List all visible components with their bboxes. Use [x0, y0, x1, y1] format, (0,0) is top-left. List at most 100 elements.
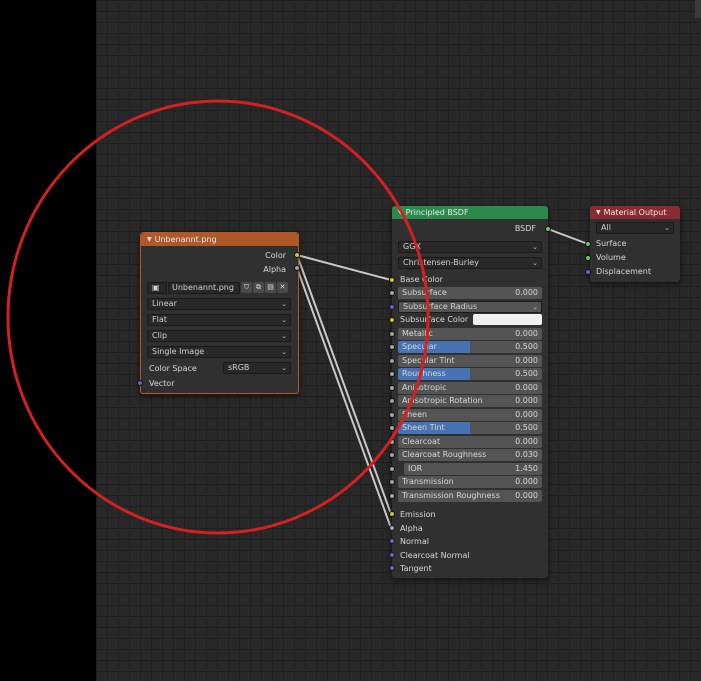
image-texture-node[interactable]: ▼ Unbenannt.png Color Alpha ▣ Unbenannt.p…: [140, 232, 299, 394]
chevron-down-icon: ⌄: [281, 364, 287, 372]
socket-roughness-in[interactable]: [389, 371, 395, 377]
socket-metallic-in[interactable]: [389, 330, 395, 337]
socket-specular-in[interactable]: [389, 344, 395, 350]
normal-label: Normal: [400, 537, 429, 546]
open-folder-icon[interactable]: ▤: [265, 282, 276, 293]
socket-sheen-in[interactable]: [389, 411, 395, 418]
socket-subsurface-radius-in[interactable]: [389, 303, 395, 310]
socket-alpha-out[interactable]: [294, 265, 300, 271]
subsurface-radius-dropdown[interactable]: Subsurface Radius ⌄: [398, 300, 542, 313]
sheen-tint-field[interactable]: Sheen Tint 0.500: [398, 422, 542, 434]
metallic-field[interactable]: Metallic 0.000: [398, 327, 542, 340]
socket-base-color-in[interactable]: [389, 277, 395, 283]
specular-tint-value: 0.000: [515, 355, 538, 365]
clearcoat-roughness-field[interactable]: Clearcoat Roughness 0.030: [398, 449, 542, 461]
chevron-down-icon: ⌄: [664, 224, 670, 232]
anisotropic-rotation-field[interactable]: Anisotropic Rotation 0.000: [398, 395, 542, 407]
socket-anisotropic-rotation-in[interactable]: [389, 398, 395, 404]
anisotropic-field[interactable]: Anisotropic 0.000: [398, 381, 542, 394]
extension-dropdown[interactable]: Clip ⌄: [147, 330, 291, 342]
socket-color-out[interactable]: [294, 252, 300, 258]
specular-value: 0.500: [515, 342, 538, 351]
sheen-label: Sheen: [402, 409, 428, 419]
transmission-roughness-field[interactable]: Transmission Roughness 0.000: [398, 489, 542, 502]
clearcoat-normal-label: Clearcoat Normal: [400, 551, 470, 560]
socket-alpha-in[interactable]: [389, 525, 395, 531]
color-space-label: Color Space: [149, 364, 197, 373]
specular-field[interactable]: Specular 0.500: [398, 341, 542, 353]
subsurface-color-swatch[interactable]: [473, 314, 542, 325]
roughness-label: Roughness: [402, 369, 446, 378]
socket-ior-in[interactable]: [389, 465, 395, 472]
interpolation-dropdown[interactable]: Linear ⌄: [147, 298, 291, 310]
fake-user-shield-icon[interactable]: ⛉: [241, 282, 252, 293]
subsurface-color-label: Subsurface Color: [400, 315, 469, 324]
clearcoat-field[interactable]: Clearcoat 0.000: [398, 435, 542, 448]
material-output-node[interactable]: ▼ Material Output All ⌄ Surface Volume Dis…: [590, 206, 680, 282]
collapse-triangle-icon[interactable]: ▼: [596, 206, 601, 219]
chevron-down-icon: ⌄: [281, 348, 287, 356]
socket-normal-in[interactable]: [389, 538, 395, 544]
socket-vector-in[interactable]: [137, 380, 143, 386]
socket-emission-in[interactable]: [389, 511, 395, 517]
subsurface-value: 0.000: [515, 288, 538, 297]
projection-dropdown[interactable]: Flat ⌄: [147, 314, 291, 326]
socket-subsurface-color-in[interactable]: [389, 317, 395, 323]
target-dropdown[interactable]: All ⌄: [596, 222, 674, 234]
transmission-field[interactable]: Transmission 0.000: [398, 476, 542, 488]
bsdf-node-title: Principled BSDF: [405, 208, 469, 217]
clearcoat-label: Clearcoat: [402, 436, 441, 446]
sheen-value: 0.000: [515, 409, 538, 419]
chevron-down-icon: ⌄: [532, 259, 538, 267]
bsdf-output-label: BSDF: [514, 224, 536, 233]
base-color-label: Base Color: [400, 275, 443, 284]
socket-displacement-in[interactable]: [585, 269, 591, 275]
image-name-field[interactable]: Unbenannt.png: [168, 282, 240, 294]
node-links: [296, 228, 589, 529]
principled-bsdf-node[interactable]: ▼ Principled BSDF BSDF GGX ⌄ Christensen-B…: [392, 206, 548, 578]
link-alpha-to-alpha: [296, 267, 392, 529]
link-bsdf-to-surface: [547, 228, 589, 245]
socket-transmission-in[interactable]: [389, 479, 395, 485]
alpha-label: Alpha: [400, 524, 423, 533]
collapse-triangle-icon[interactable]: ▼: [398, 206, 403, 219]
ior-field[interactable]: IOR 1.450: [404, 462, 542, 475]
socket-specular-tint-in[interactable]: [389, 357, 395, 364]
bsdf-node-header[interactable]: ▼ Principled BSDF: [392, 206, 548, 219]
close-icon[interactable]: ✕: [277, 282, 288, 293]
socket-volume-in[interactable]: [585, 255, 591, 261]
output-node-title: Material Output: [603, 208, 667, 217]
socket-bsdf-out[interactable]: [545, 226, 551, 232]
anisotropic-label: Anisotropic: [402, 382, 447, 392]
sheen-field[interactable]: Sheen 0.000: [398, 408, 542, 421]
tangent-label: Tangent: [400, 564, 432, 573]
image-node-header[interactable]: ▼ Unbenannt.png: [141, 233, 298, 246]
transmission-value: 0.000: [515, 477, 538, 486]
specular-tint-field[interactable]: Specular Tint 0.000: [398, 354, 542, 367]
source-dropdown[interactable]: Single Image ⌄: [147, 346, 291, 358]
ior-label: IOR: [408, 463, 423, 473]
input-vector-label: Vector: [149, 379, 175, 388]
chevron-down-icon: ⌄: [281, 316, 287, 324]
distribution-dropdown[interactable]: GGX ⌄: [398, 241, 542, 253]
ior-value: 1.450: [515, 463, 538, 473]
roughness-field[interactable]: Roughness 0.500: [398, 368, 542, 380]
subsurface-field[interactable]: Subsurface 0.000: [398, 287, 542, 299]
displacement-label: Displacement: [596, 267, 651, 276]
subsurface-method-dropdown[interactable]: Christensen-Burley ⌄: [398, 257, 542, 269]
socket-subsurface-in[interactable]: [389, 290, 395, 296]
image-type-dropdown[interactable]: ▣: [147, 282, 167, 294]
output-node-header[interactable]: ▼ Material Output: [590, 206, 680, 219]
socket-tangent-in[interactable]: [389, 565, 395, 571]
color-space-dropdown[interactable]: sRGB ⌄: [223, 362, 291, 374]
socket-sheen-tint-in[interactable]: [389, 425, 395, 431]
socket-surface-in[interactable]: [585, 241, 591, 247]
socket-clearcoat-normal-in[interactable]: [389, 552, 395, 558]
socket-anisotropic-in[interactable]: [389, 384, 395, 391]
socket-clearcoat-in[interactable]: [389, 438, 395, 445]
collapse-triangle-icon[interactable]: ▼: [147, 233, 152, 246]
socket-clearcoat-roughness-in[interactable]: [389, 452, 395, 458]
metallic-label: Metallic: [402, 328, 433, 338]
socket-transmission-roughness-in[interactable]: [389, 492, 395, 499]
duplicate-icon[interactable]: ⧉: [253, 282, 264, 293]
